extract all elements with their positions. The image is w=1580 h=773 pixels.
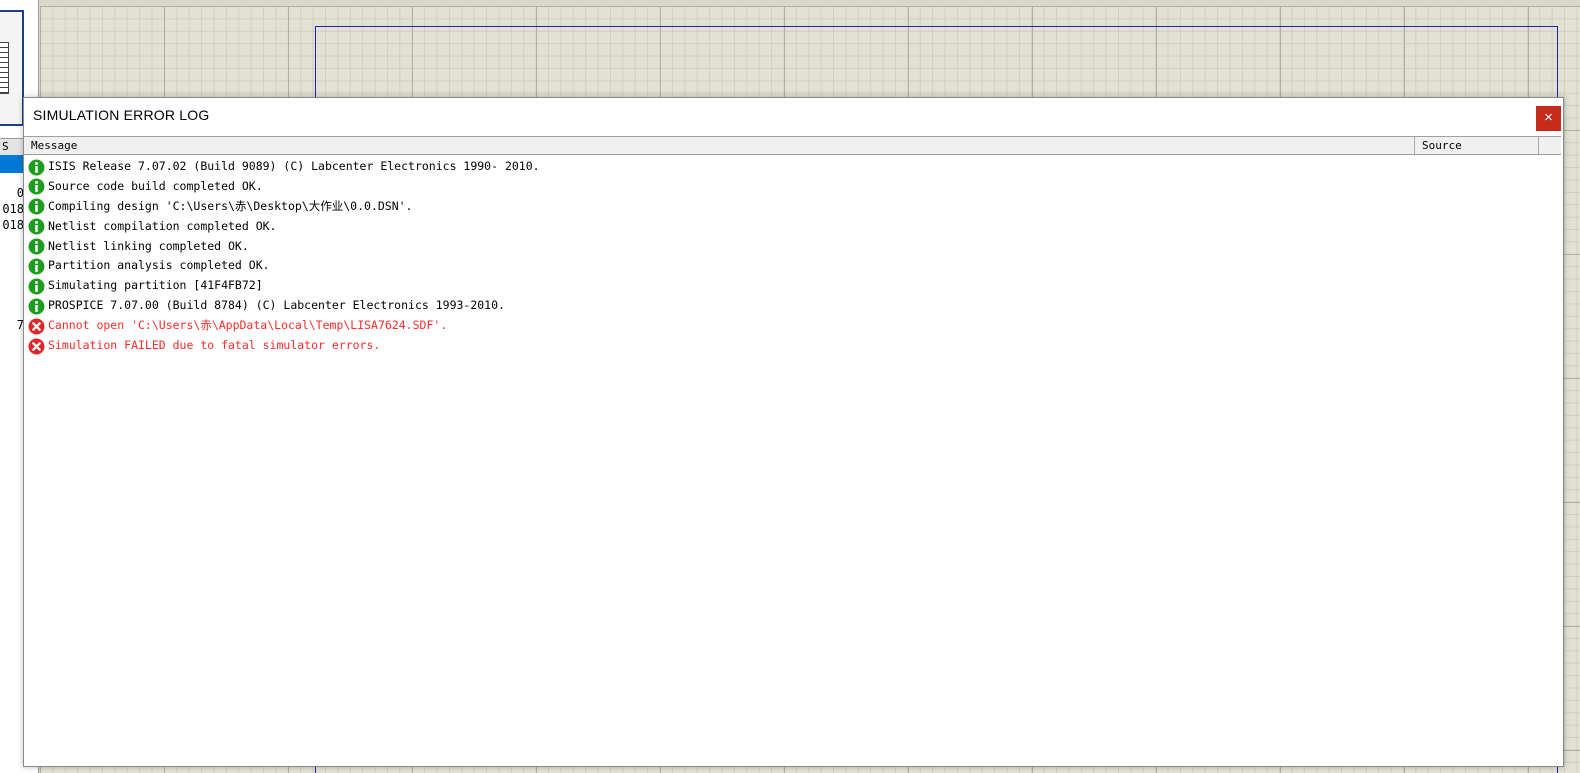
- dialog-title: SIMULATION ERROR LOG: [33, 107, 210, 123]
- log-row[interactable]: Compiling design 'C:\Users\赤\Desktop\大作业…: [24, 197, 1561, 217]
- list-item[interactable]: 018: [0, 202, 24, 218]
- log-row[interactable]: PROSPICE 7.07.00 (Build 8784) (C) Labcen…: [24, 296, 1561, 316]
- log-message-text: Source code build completed OK.: [48, 178, 263, 193]
- log-row[interactable]: Source code build completed OK.: [24, 177, 1561, 197]
- simulation-error-log-dialog: SIMULATION ERROR LOG × Message Source IS…: [23, 97, 1564, 767]
- list-item[interactable]: 0: [0, 186, 24, 202]
- list-item[interactable]: 018: [0, 218, 24, 234]
- log-message-text: Netlist compilation completed OK.: [48, 218, 277, 233]
- log-row[interactable]: Simulation FAILED due to fatal simulator…: [24, 336, 1561, 356]
- info-icon: [28, 178, 45, 195]
- error-icon: [28, 318, 45, 335]
- log-message-text: ISIS Release 7.07.02 (Build 9089) (C) La…: [48, 159, 540, 173]
- column-header-message[interactable]: Message: [24, 137, 1415, 154]
- overview-preview[interactable]: [0, 10, 24, 126]
- log-list[interactable]: ISIS Release 7.07.02 (Build 9089) (C) La…: [24, 157, 1561, 356]
- log-message-text: PROSPICE 7.07.00 (Build 8784) (C) Labcen…: [48, 298, 505, 313]
- log-message-text: Simulating partition [41F4FB72]: [48, 278, 263, 293]
- log-row[interactable]: Partition analysis completed OK.: [24, 256, 1561, 276]
- device-list-tab[interactable]: S: [0, 138, 25, 156]
- error-icon: [28, 338, 45, 354]
- info-icon: [28, 159, 45, 175]
- column-header-source[interactable]: Source: [1415, 137, 1539, 154]
- log-row[interactable]: Simulating partition [41F4FB72]: [24, 276, 1561, 296]
- log-message-text: Netlist linking completed OK.: [48, 238, 249, 253]
- info-icon: [28, 218, 45, 235]
- log-row[interactable]: Netlist compilation completed OK.: [24, 217, 1561, 237]
- log-message-text: Partition analysis completed OK.: [48, 258, 270, 273]
- log-header: Message Source: [24, 136, 1561, 155]
- log-row[interactable]: Netlist linking completed OK.: [24, 237, 1561, 257]
- log-message-text: Simulation FAILED due to fatal simulator…: [48, 338, 381, 353]
- close-button[interactable]: ×: [1536, 106, 1561, 131]
- log-row[interactable]: ISIS Release 7.07.02 (Build 9089) (C) La…: [24, 157, 1561, 177]
- info-icon: [28, 258, 45, 275]
- log-row[interactable]: Cannot open 'C:\Users\赤\AppData\Local\Te…: [24, 316, 1561, 336]
- list-item[interactable]: 7: [0, 318, 24, 334]
- preview-component: [0, 42, 9, 94]
- info-icon: [28, 238, 45, 255]
- column-header-filler: [1539, 137, 1561, 154]
- info-icon: [28, 298, 45, 315]
- info-icon: [28, 198, 45, 215]
- log-message-text: Cannot open 'C:\Users\赤\AppData\Local\Te…: [48, 318, 448, 333]
- selected-list-item[interactable]: [0, 155, 24, 173]
- log-message-text: Compiling design 'C:\Users\赤\Desktop\大作业…: [48, 198, 413, 213]
- info-icon: [28, 278, 45, 295]
